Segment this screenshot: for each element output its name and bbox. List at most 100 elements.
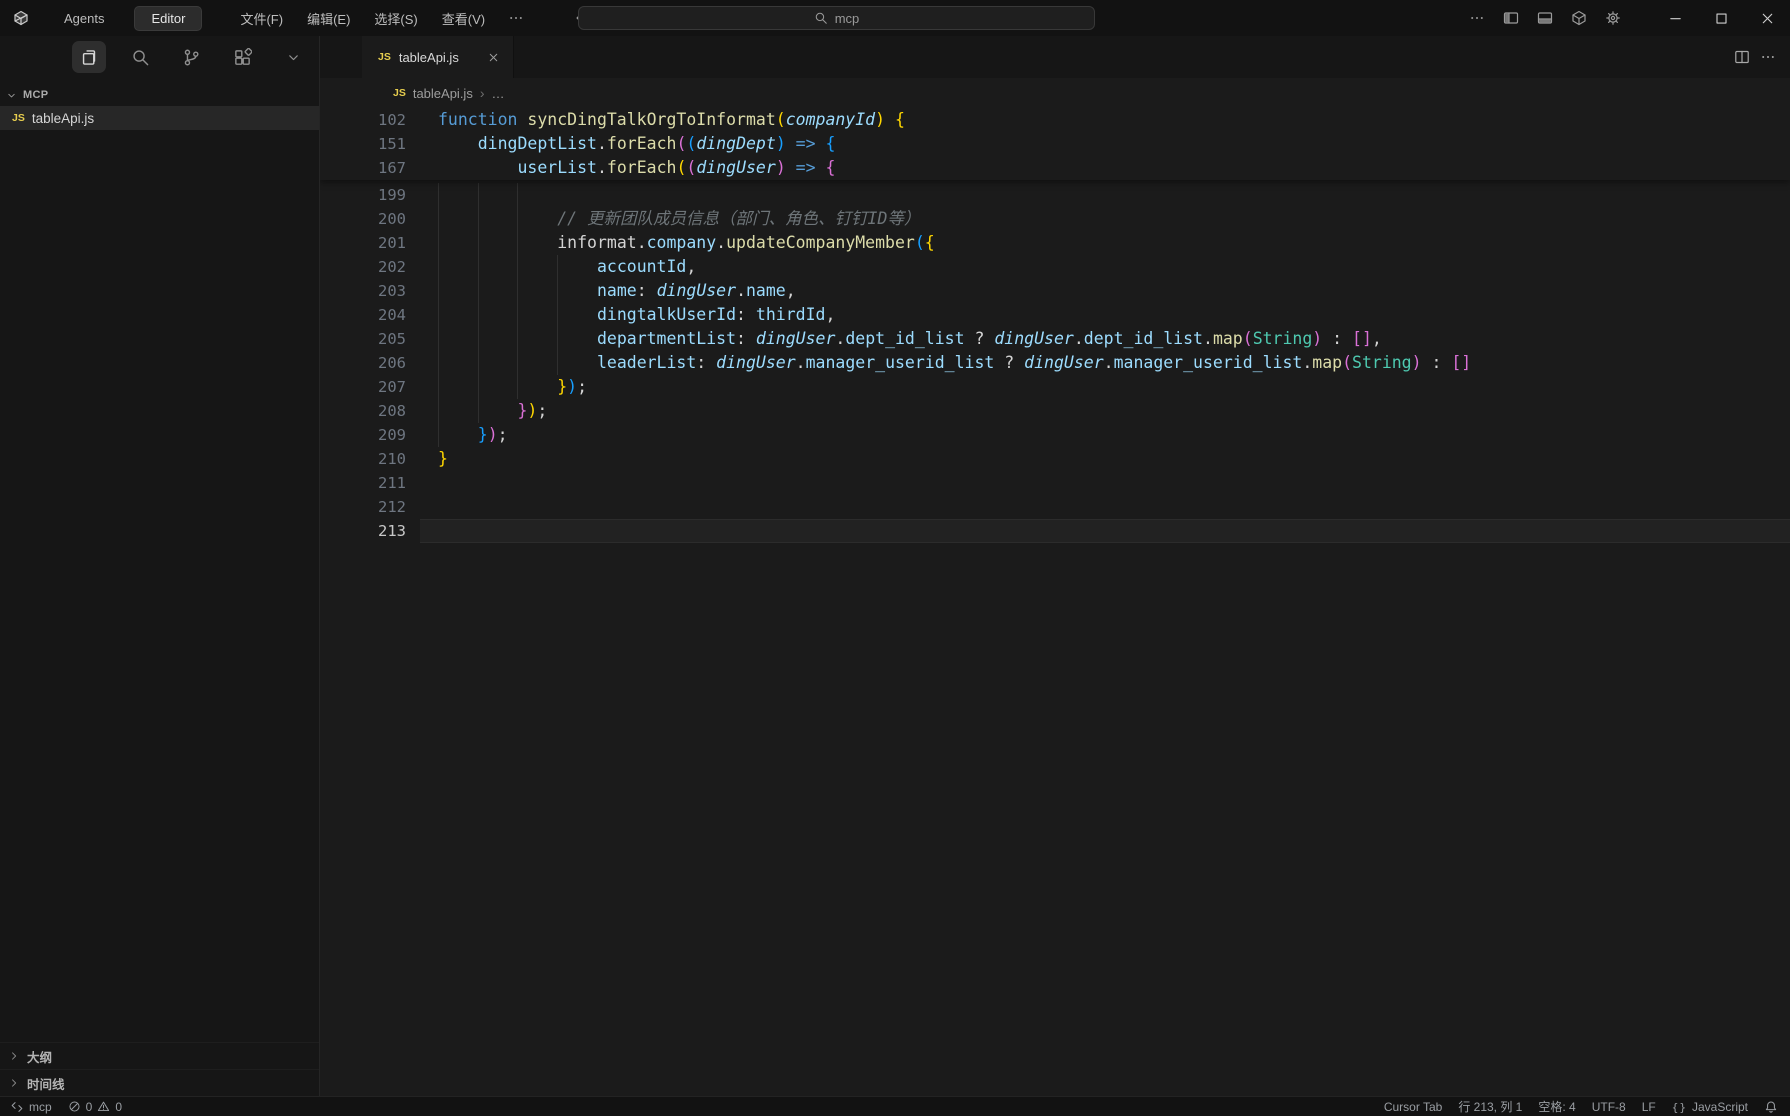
code-line-204[interactable]: 204 dingtalkUserId: thirdId,	[320, 303, 1790, 327]
status-item--4[interactable]: 空格: 4	[1538, 1098, 1575, 1115]
code-line-151[interactable]: 151 dingDeptList.forEach((dingDept) => {	[320, 132, 1790, 156]
ellipsis-icon[interactable]	[1760, 49, 1776, 65]
sidebar-section-时间线[interactable]: 时间线	[0, 1069, 319, 1096]
file-item-tableApi.js[interactable]: JStableApi.js	[0, 106, 319, 130]
status-item-lf[interactable]: LF	[1642, 1100, 1656, 1114]
explorer-section-label: MCP	[23, 89, 48, 101]
line-number[interactable]: 204	[320, 303, 420, 327]
menu-item-4[interactable]: 选择(S)	[362, 5, 429, 32]
window-controls	[1652, 0, 1790, 36]
line-number[interactable]: 102	[320, 108, 420, 132]
activity-chevron-down-icon[interactable]	[276, 41, 310, 73]
line-number[interactable]: 211	[320, 471, 420, 495]
search-icon	[814, 11, 828, 25]
code-line-209[interactable]: 209 });	[320, 423, 1790, 447]
activity-bar	[0, 36, 319, 78]
titlebar: Agents Editor 文件(F)编辑(E)选择(S)查看(V) mcp	[0, 0, 1790, 36]
line-number[interactable]: 199	[320, 183, 420, 207]
editor-actions	[1734, 36, 1790, 78]
layout-panel-icon[interactable]	[1532, 5, 1558, 31]
code-line-206[interactable]: 206 leaderList: dingUser.manager_userid_…	[320, 351, 1790, 375]
ellipsis-icon[interactable]	[1464, 5, 1490, 31]
code-line-102[interactable]: 102function syncDingTalkOrgToInformat(co…	[320, 108, 1790, 132]
line-content: leaderList: dingUser.manager_userid_list…	[420, 351, 1790, 375]
code-line-212[interactable]: 212	[320, 495, 1790, 519]
status-item--213-1[interactable]: 行 213, 列 1	[1458, 1098, 1522, 1115]
explorer-section-header[interactable]: MCP	[0, 84, 319, 106]
line-content: });	[420, 399, 1790, 423]
code-line-210[interactable]: 210}	[320, 447, 1790, 471]
code-line-199[interactable]: 199	[320, 183, 1790, 207]
code-line-201[interactable]: 201 informat.company.updateCompanyMember…	[320, 231, 1790, 255]
menubar: Agents Editor 文件(F)编辑(E)选择(S)查看(V)	[52, 5, 497, 32]
code-area[interactable]: 102function syncDingTalkOrgToInformat(co…	[320, 108, 1790, 1096]
status-label: LF	[1642, 1100, 1656, 1114]
js-file-icon: JS	[393, 87, 406, 99]
menu-item-0[interactable]: Agents	[52, 7, 116, 30]
code-line-207[interactable]: 207 });	[320, 375, 1790, 399]
line-number[interactable]: 203	[320, 279, 420, 303]
error-count: 0	[86, 1100, 93, 1114]
layout-sidebar-icon[interactable]	[1498, 5, 1524, 31]
breadcrumb-symbol[interactable]: …	[492, 86, 505, 101]
line-number[interactable]: 208	[320, 399, 420, 423]
status-item-cursor-tab[interactable]: Cursor Tab	[1384, 1100, 1442, 1114]
status-label: 空格: 4	[1538, 1098, 1575, 1115]
line-number[interactable]: 213	[320, 519, 420, 543]
line-number[interactable]: 212	[320, 495, 420, 519]
code-line-211[interactable]: 211	[320, 471, 1790, 495]
menu-item-5[interactable]: 查看(V)	[430, 5, 497, 32]
line-number[interactable]: 202	[320, 255, 420, 279]
line-number[interactable]: 205	[320, 327, 420, 351]
section-label: 时间线	[27, 1074, 65, 1093]
settings-gear-icon[interactable]	[1600, 5, 1626, 31]
section-label: 大纲	[27, 1047, 52, 1066]
line-number[interactable]: 206	[320, 351, 420, 375]
editor-group: JS tableApi.js JS tableApi.js › … 102fun…	[320, 36, 1790, 1096]
line-number[interactable]: 207	[320, 375, 420, 399]
line-content	[420, 183, 1790, 207]
activity-source-control-icon[interactable]	[174, 41, 208, 73]
activity-explorer-icon[interactable]	[72, 41, 106, 73]
menu-item-2[interactable]: 文件(F)	[228, 5, 295, 32]
tab-bar: JS tableApi.js	[320, 36, 1790, 78]
activity-extensions-icon[interactable]	[225, 41, 259, 73]
code-line-202[interactable]: 202 accountId,	[320, 255, 1790, 279]
status-item-bell[interactable]	[1764, 1100, 1778, 1114]
code-line-208[interactable]: 208 });	[320, 399, 1790, 423]
sidebar-section-大纲[interactable]: 大纲	[0, 1042, 319, 1069]
breadcrumb: JS tableApi.js › …	[320, 78, 1790, 108]
problems-indicator[interactable]: 0 0	[68, 1100, 122, 1114]
menu-item-3[interactable]: 编辑(E)	[295, 5, 362, 32]
close-icon[interactable]	[483, 47, 503, 67]
breadcrumb-file[interactable]: tableApi.js	[413, 86, 473, 101]
code-line-167[interactable]: 167 userList.forEach((dingUser) => {	[320, 156, 1790, 180]
cursor-cube-icon[interactable]	[1566, 5, 1592, 31]
split-editor-icon[interactable]	[1734, 49, 1750, 65]
titlebar-left: Agents Editor 文件(F)编辑(E)选择(S)查看(V)	[0, 5, 627, 32]
status-item-javascript[interactable]: {}JavaScript	[1672, 1100, 1748, 1114]
window-close-button[interactable]	[1744, 0, 1790, 36]
remote-indicator[interactable]: mcp	[10, 1100, 52, 1114]
menu-item-1[interactable]: Editor	[134, 6, 202, 31]
status-item-utf-8[interactable]: UTF-8	[1592, 1100, 1626, 1114]
line-number[interactable]: 210	[320, 447, 420, 471]
code-line-213[interactable]: 213	[320, 519, 1790, 543]
tab-tableapi[interactable]: JS tableApi.js	[362, 36, 514, 78]
line-number[interactable]: 209	[320, 423, 420, 447]
command-center-search[interactable]: mcp	[578, 6, 1095, 30]
code-line-205[interactable]: 205 departmentList: dingUser.dept_id_lis…	[320, 327, 1790, 351]
menu-overflow-icon[interactable]	[503, 5, 529, 31]
titlebar-action-icons	[1464, 5, 1626, 31]
activity-search-icon[interactable]	[123, 41, 157, 73]
line-number[interactable]: 151	[320, 132, 420, 156]
code-line-200[interactable]: 200 // 更新团队成员信息（部门、角色、钉钉ID等）	[320, 207, 1790, 231]
window-minimize-button[interactable]	[1652, 0, 1698, 36]
line-number[interactable]: 200	[320, 207, 420, 231]
window-maximize-button[interactable]	[1698, 0, 1744, 36]
line-number[interactable]: 201	[320, 231, 420, 255]
line-content: dingtalkUserId: thirdId,	[420, 303, 1790, 327]
line-number[interactable]: 167	[320, 156, 420, 180]
line-content: function syncDingTalkOrgToInformat(compa…	[420, 108, 1790, 132]
code-line-203[interactable]: 203 name: dingUser.name,	[320, 279, 1790, 303]
